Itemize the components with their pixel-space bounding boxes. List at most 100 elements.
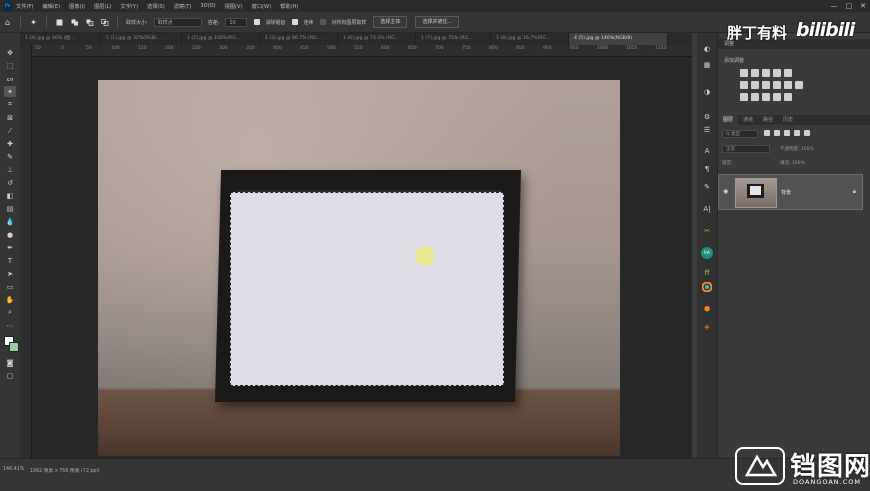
opacity-control[interactable]: 不透明度: 100%: [780, 146, 814, 152]
move-tool-icon[interactable]: ✥: [4, 47, 16, 58]
horizontal-ruler[interactable]: 50 0 50 100 150 200 250 300 350 400 450 …: [31, 45, 692, 57]
layer-kind-filter[interactable]: Q 类型: [722, 130, 758, 138]
select-and-mask-button[interactable]: 选择并遮住...: [415, 16, 460, 28]
hand-tool-icon[interactable]: ✋: [4, 294, 16, 305]
home-icon[interactable]: ⌂: [3, 18, 12, 27]
document-tab[interactable]: 1 (2).jpg @ 100%(RG...: [182, 33, 260, 45]
threshold-icon[interactable]: [762, 93, 770, 101]
magic-wand-tool-icon[interactable]: ✦: [4, 86, 16, 97]
filter-smart-object-icon[interactable]: [804, 130, 810, 136]
vertical-ruler[interactable]: [20, 45, 32, 458]
black-white-icon[interactable]: [762, 81, 770, 89]
path-selection-tool-icon[interactable]: ➤: [4, 268, 16, 279]
document-canvas[interactable]: [98, 80, 620, 456]
sample-all-layers-checkbox[interactable]: [320, 19, 327, 25]
color-wheel-plugin-icon[interactable]: [701, 281, 713, 293]
frame-tool-icon[interactable]: ⊠: [4, 112, 16, 123]
exposure-icon[interactable]: [773, 69, 781, 77]
menu-select[interactable]: 选择(S): [147, 3, 165, 10]
select-subject-button[interactable]: 选择主体: [373, 16, 408, 28]
lasso-tool-icon[interactable]: ᔕ: [4, 73, 16, 84]
character-panel-icon[interactable]: A: [701, 145, 713, 157]
menu-image[interactable]: 图像(I): [69, 3, 85, 10]
filter-adjustment-icon[interactable]: [774, 130, 780, 136]
plugin-scissors-icon[interactable]: ✂: [701, 225, 713, 237]
menu-filter[interactable]: 滤镜(T): [174, 3, 192, 10]
pen-tool-icon[interactable]: ✒: [4, 242, 16, 253]
menu-type[interactable]: 文字(Y): [120, 3, 138, 10]
menu-help[interactable]: 帮助(H): [280, 3, 298, 10]
levels-icon[interactable]: [751, 69, 759, 77]
layer-name[interactable]: 背景: [781, 189, 791, 196]
magic-wand-tool-icon[interactable]: ✦: [29, 18, 38, 27]
document-tab[interactable]: 1 (8).jpg @ 16.7%(RG...: [491, 33, 569, 45]
subtract-selection-icon[interactable]: [85, 18, 94, 27]
color-balance-icon[interactable]: [751, 81, 759, 89]
type-tool-icon[interactable]: T: [4, 255, 16, 266]
plugin-ff-icon[interactable]: ff: [701, 267, 713, 279]
tab-channels[interactable]: 通道: [738, 115, 758, 125]
channel-mixer-icon[interactable]: [784, 81, 792, 89]
history-brush-tool-icon[interactable]: ↺: [4, 177, 16, 188]
add-to-selection-icon[interactable]: [70, 18, 79, 27]
menu-file[interactable]: 文件(F): [16, 3, 33, 10]
screen-mode-icon[interactable]: ▢: [4, 370, 16, 381]
document-tab[interactable]: 1 (1).jpg @ 32%(RGB/...: [101, 33, 182, 45]
dodge-tool-icon[interactable]: ●: [4, 229, 16, 240]
gradient-tool-icon[interactable]: ▤: [4, 203, 16, 214]
status-doc-info[interactable]: 1062 像素 x 766 像素 (72 ppi): [30, 467, 100, 474]
document-tab[interactable]: 1 (3).jpg @ 66.7% (RG...: [260, 33, 338, 45]
menu-window[interactable]: 窗口(W): [252, 3, 272, 10]
libraries-panel-icon[interactable]: ☰: [701, 124, 713, 136]
shape-tool-icon[interactable]: ▭: [4, 281, 16, 292]
eraser-tool-icon[interactable]: ◧: [4, 190, 16, 201]
crop-tool-icon[interactable]: ⌗: [4, 99, 16, 110]
curves-icon[interactable]: [762, 69, 770, 77]
maximize-icon[interactable]: □: [846, 2, 853, 10]
brush-tool-icon[interactable]: ✎: [4, 151, 16, 162]
antialias-checkbox[interactable]: [254, 19, 261, 25]
healing-brush-tool-icon[interactable]: ✚: [4, 138, 16, 149]
tolerance-input[interactable]: 10: [225, 17, 248, 27]
minimize-icon[interactable]: —: [831, 2, 838, 10]
posterize-icon[interactable]: [751, 93, 759, 101]
marquee-tool-icon[interactable]: ⬚: [4, 60, 16, 71]
menu-3d[interactable]: 3D(D): [200, 3, 215, 9]
paragraph-panel-icon[interactable]: ¶: [701, 163, 713, 175]
color-lookup-icon[interactable]: [795, 81, 803, 89]
glyphs-panel-icon[interactable]: A|: [701, 203, 713, 215]
filter-type-icon[interactable]: [784, 130, 790, 136]
sample-size-select[interactable]: 取样点: [153, 17, 202, 27]
tab-layers[interactable]: 图层: [718, 115, 739, 125]
eyedropper-tool-icon[interactable]: ⁄: [4, 125, 16, 136]
adjustments-panel-icon[interactable]: ◑: [701, 86, 713, 98]
status-zoom[interactable]: 146.41%: [3, 467, 24, 472]
menu-view[interactable]: 视图(V): [225, 3, 243, 10]
plugin-box-icon[interactable]: ⬢: [701, 303, 713, 315]
hue-saturation-icon[interactable]: [740, 81, 748, 89]
more-tools-icon[interactable]: ⋯: [4, 320, 16, 331]
fill-control[interactable]: 填充: 100%: [780, 160, 805, 166]
tab-history[interactable]: 历史: [778, 115, 798, 125]
intersect-selection-icon[interactable]: [100, 18, 109, 27]
properties-panel-icon[interactable]: ⚙: [701, 111, 713, 123]
gradient-map-icon[interactable]: [773, 93, 781, 101]
tab-paths[interactable]: 路径: [758, 115, 778, 125]
menu-layer[interactable]: 图层(L): [94, 3, 111, 10]
document-tab[interactable]: 1 (6).jpg @ 73.3% (RG...: [338, 33, 416, 45]
zoom-tool-icon[interactable]: ⌕: [4, 307, 16, 318]
filter-pixel-icon[interactable]: [764, 130, 770, 136]
brush-panel-icon[interactable]: ✎: [701, 181, 713, 193]
swatches-panel-icon[interactable]: ▦: [701, 59, 713, 71]
blur-tool-icon[interactable]: 💧: [4, 216, 16, 227]
document-tab[interactable]: 1 (4).jpg @ 40% (图...: [20, 33, 101, 45]
visibility-eye-icon[interactable]: ◉: [723, 188, 728, 195]
layer-row-background[interactable]: ◉ 背景 🔒︎: [718, 174, 863, 210]
background-color-swatch[interactable]: [9, 342, 19, 352]
photo-filter-icon[interactable]: [773, 81, 781, 89]
plugin-extra-icon[interactable]: ◈: [701, 321, 713, 333]
document-tab-active[interactable]: 4 (5).jpg @ 146%(RGB/8): [569, 33, 668, 45]
plugin-ra-icon[interactable]: RA: [701, 247, 713, 259]
new-selection-icon[interactable]: [55, 18, 64, 27]
brightness-contrast-icon[interactable]: [740, 69, 748, 77]
